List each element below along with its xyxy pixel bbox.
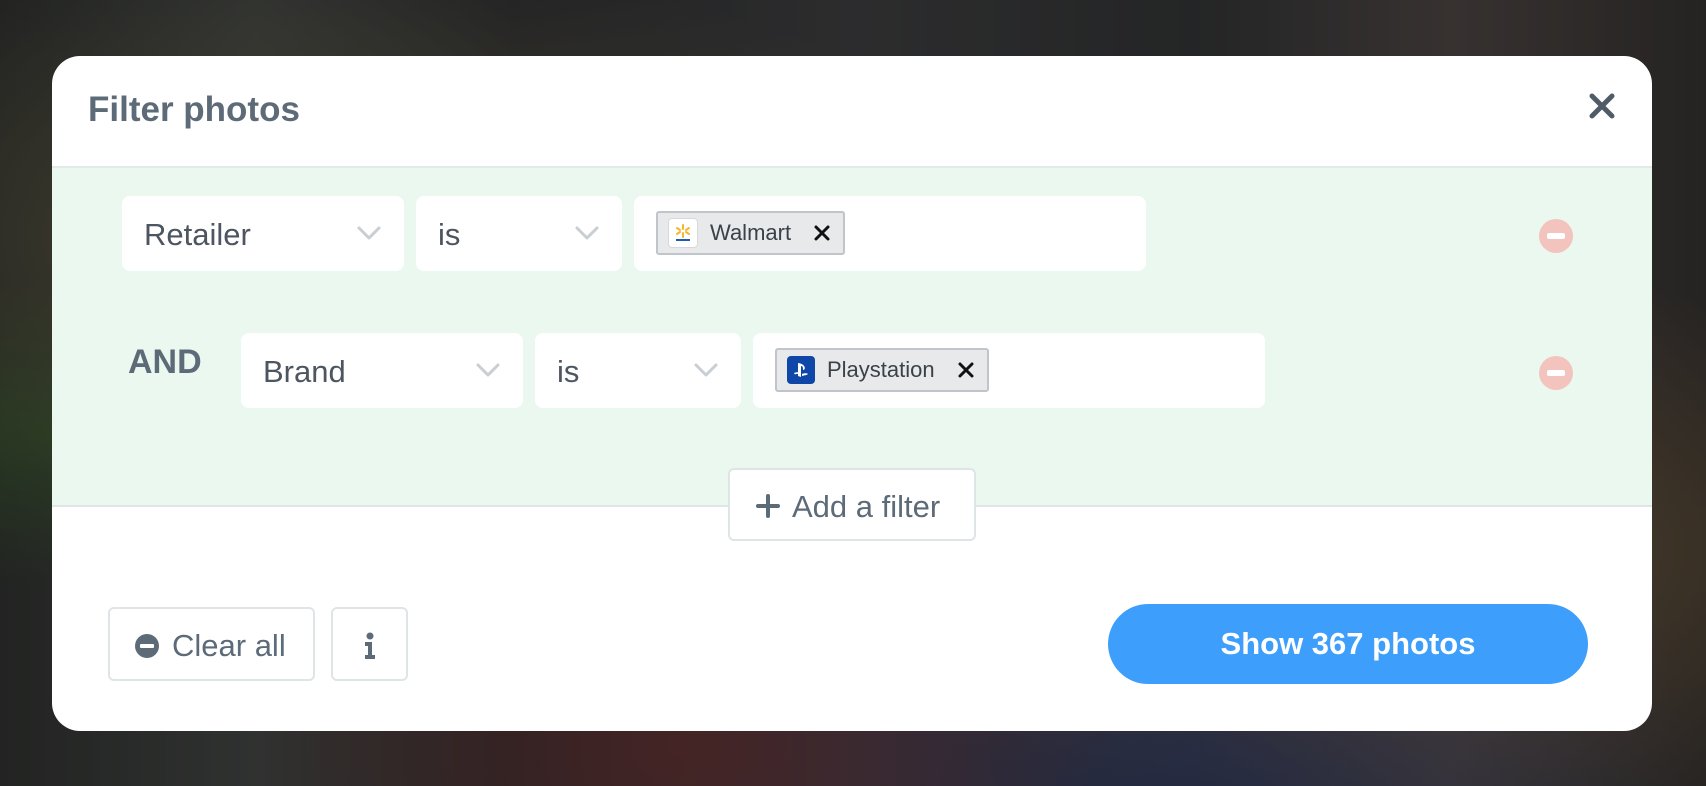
modal-title: Filter photos [88,90,300,129]
filter-field-select-brand[interactable]: Brand [241,333,523,408]
chevron-down-icon [476,363,500,377]
filter-value-input[interactable]: Walmart [634,196,1146,271]
info-icon [365,632,375,659]
chevron-down-icon [575,226,599,240]
chevron-down-icon [694,363,718,377]
filter-operator-label: is [557,354,580,389]
remove-chip-icon[interactable] [957,361,975,379]
remove-filter-button[interactable] [1539,219,1573,253]
add-filter-button[interactable]: Add a filter [728,468,976,541]
info-button[interactable] [331,607,408,681]
filter-operator-select[interactable]: is [535,333,741,408]
filter-rows-area: Retailer is Walmart AND Brand is Playsta… [52,168,1652,507]
minus-circle-icon [135,634,159,658]
clear-all-label: Clear all [172,628,286,663]
close-button[interactable] [1582,86,1622,126]
filter-operator-label: is [438,217,461,252]
modal-header: Filter photos [52,56,1652,168]
add-filter-label: Add a filter [792,489,941,524]
close-icon [1589,93,1615,119]
filter-operator-select[interactable]: is [416,196,622,271]
filter-field-label: Retailer [144,217,251,252]
value-chip-walmart: Walmart [656,211,846,255]
clear-all-button[interactable]: Clear all [108,607,315,681]
filter-field-label: Brand [263,354,346,389]
plus-icon [756,494,780,518]
remove-filter-button[interactable] [1539,356,1573,390]
chevron-down-icon [357,226,381,240]
show-photos-button[interactable]: Show 367 photos [1108,604,1588,684]
filter-value-input[interactable]: Playstation [753,333,1265,408]
chip-label: Walmart [710,220,792,245]
playstation-logo-icon [787,356,815,384]
value-chip-playstation: Playstation [775,348,989,392]
chip-label: Playstation [827,357,935,382]
filter-photos-modal: Filter photos Retailer is Walmart AND Br… [52,56,1652,731]
remove-chip-icon[interactable] [813,224,831,242]
walmart-logo-icon [668,218,698,248]
filter-field-select-retailer[interactable]: Retailer [122,196,404,271]
filter-connector-and: AND [128,343,202,381]
